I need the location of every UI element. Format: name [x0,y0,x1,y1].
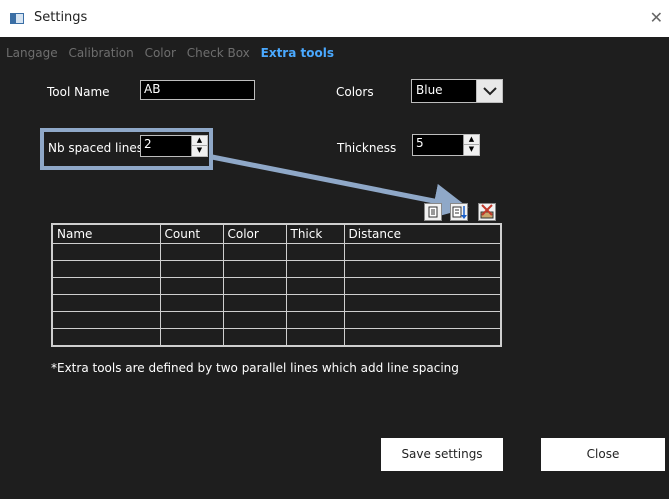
table-cell[interactable] [222,294,287,312]
table-cell[interactable] [343,277,502,295]
table-cell[interactable] [222,243,287,261]
table-cell[interactable] [51,243,161,261]
table-cell[interactable] [51,328,161,347]
table-cell[interactable] [222,328,287,347]
column-header-thick[interactable]: Thick [285,223,345,244]
table-cell[interactable] [343,260,502,278]
column-header-name[interactable]: Name [51,223,161,244]
table-cell[interactable] [159,277,224,295]
table-cell[interactable] [159,260,224,278]
table-cell[interactable] [285,243,345,261]
table-row[interactable] [51,311,502,329]
settings-window: Settings ✕ Langage Calibration Color Che… [0,0,669,499]
table-cell[interactable] [51,294,161,312]
table-cell[interactable] [159,311,224,329]
table-row[interactable] [51,260,502,278]
table-cell[interactable] [285,328,345,347]
table-row[interactable] [51,277,502,295]
table-cell[interactable] [159,294,224,312]
table-row[interactable] [51,328,502,347]
table-cell[interactable] [222,311,287,329]
table-cell[interactable] [285,260,345,278]
add-row-icon[interactable] [424,203,442,221]
table-cell[interactable] [222,277,287,295]
column-header-count[interactable]: Count [159,223,224,244]
table-cell[interactable] [343,328,502,347]
table-cell[interactable] [343,243,502,261]
table-cell[interactable] [285,294,345,312]
column-header-color[interactable]: Color [222,223,287,244]
table-cell[interactable] [51,311,161,329]
column-header-distance[interactable]: Distance [343,223,502,244]
table-header-row: Name Count Color Thick Distance [51,223,502,244]
insert-row-icon[interactable] [450,203,468,221]
delete-row-icon[interactable] [478,203,496,221]
close-button[interactable]: Close [541,438,665,471]
table-cell[interactable] [159,328,224,347]
table-cell[interactable] [285,311,345,329]
extra-tools-table: Name Count Color Thick Distance [51,223,502,347]
table-cell[interactable] [51,260,161,278]
table-row[interactable] [51,243,502,261]
table-row[interactable] [51,294,502,312]
table-cell[interactable] [343,311,502,329]
table-cell[interactable] [343,294,502,312]
table-cell[interactable] [51,277,161,295]
footnote-text: *Extra tools are defined by two parallel… [51,361,459,375]
table-cell[interactable] [285,277,345,295]
table-cell[interactable] [222,260,287,278]
save-settings-button[interactable]: Save settings [381,438,503,471]
table-cell[interactable] [159,243,224,261]
